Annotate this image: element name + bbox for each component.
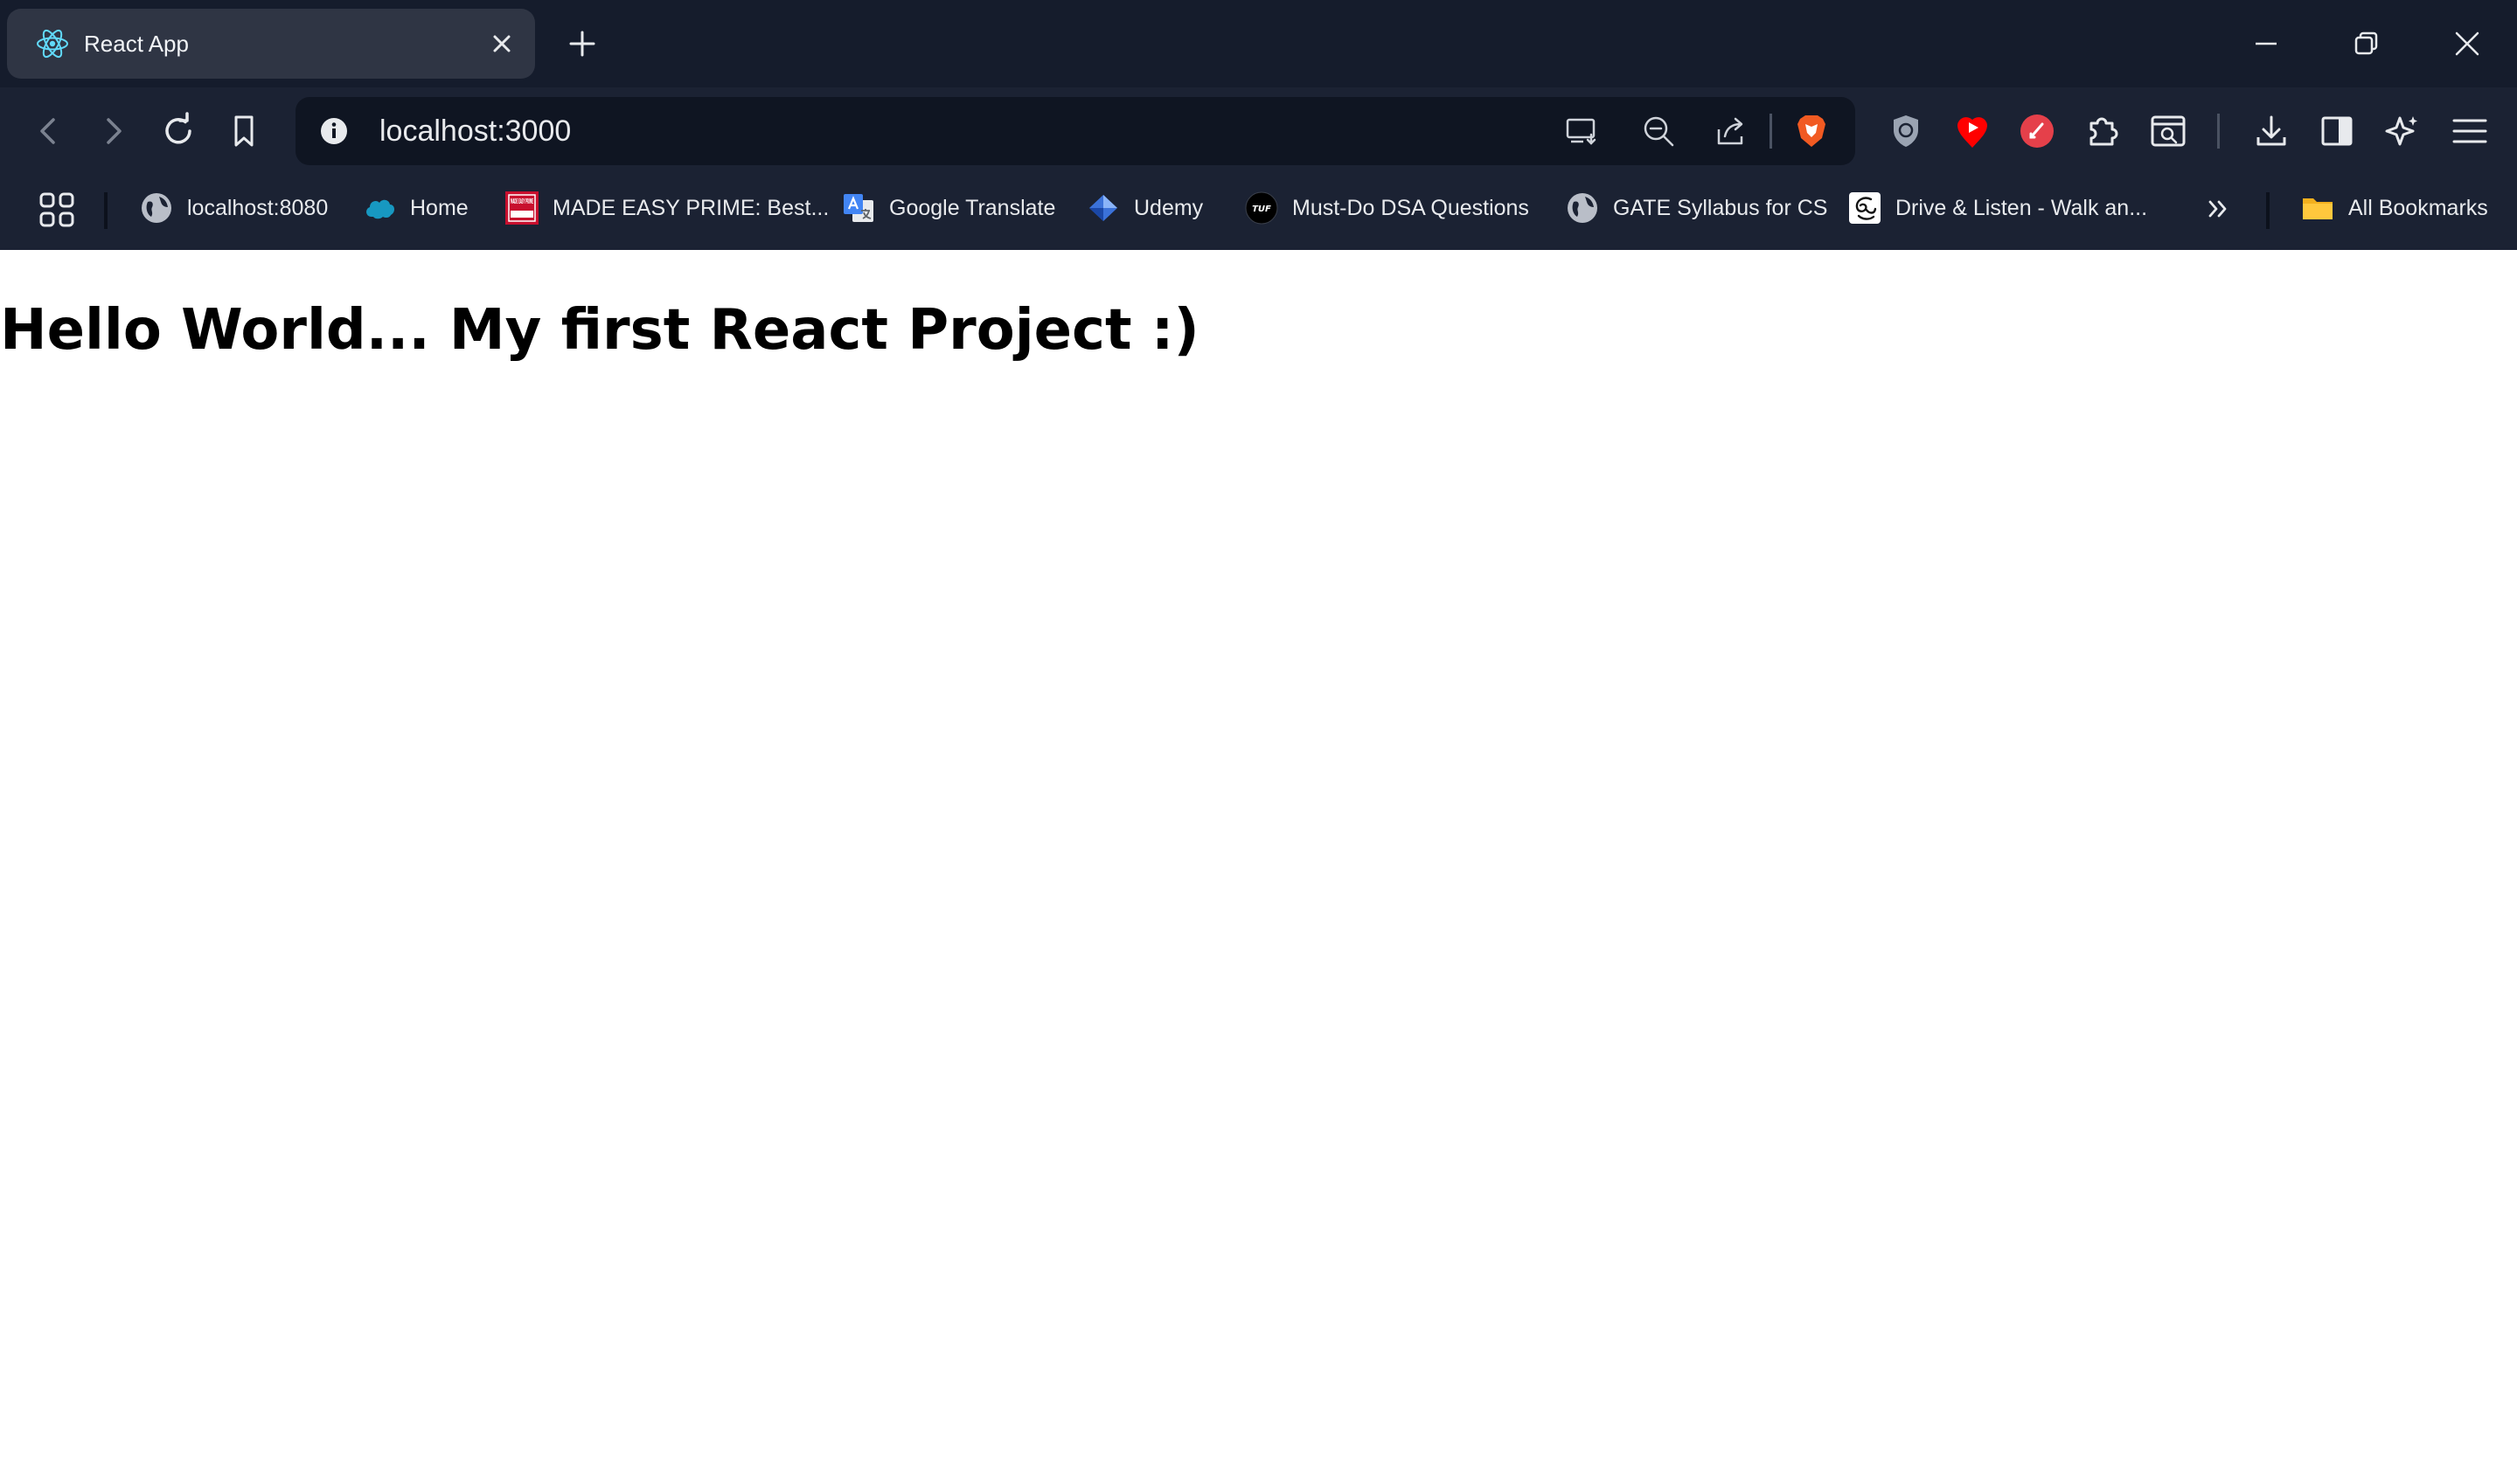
toolbar-divider (2217, 114, 2220, 149)
tuf-icon-text: TUF (1252, 205, 1271, 214)
bookmarks-bar: localhost:8080 Home MADE EASY PRIME MADE… (0, 175, 2517, 250)
tab-react-app[interactable]: React App (7, 9, 535, 79)
menu-icon[interactable] (2448, 109, 2492, 153)
tab-strip: React App (0, 0, 2517, 87)
salesforce-cloud-icon (366, 199, 395, 219)
page-content: Hello World... My first React Project :) (0, 250, 2517, 1484)
page-heading: Hello World... My first React Project :) (0, 298, 1199, 363)
bookmark-label: Google Translate (889, 195, 1056, 220)
back-icon[interactable] (27, 109, 71, 153)
bookmark-localhost-8080[interactable]: localhost:8080 (140, 191, 328, 225)
all-bookmarks-label: All Bookmarks (2348, 195, 2488, 220)
bookmarks-divider (104, 192, 108, 229)
bookmark-label: Home (410, 195, 469, 220)
minimize-icon[interactable] (2247, 24, 2285, 63)
share-icon[interactable] (1712, 112, 1750, 150)
bookmark-must-do-dsa[interactable]: TUF Must-Do DSA Questions (1245, 191, 1529, 225)
url-text[interactable]: localhost:3000 (379, 114, 571, 149)
udemy-icon (1089, 195, 1117, 221)
leo-ai-icon[interactable] (2381, 109, 2424, 153)
chevron-double-right-icon[interactable] (2203, 194, 2233, 224)
bookmark-label: Udemy (1134, 195, 1204, 220)
zoom-out-icon[interactable] (1639, 112, 1678, 150)
address-bar[interactable]: localhost:3000 (296, 97, 1855, 165)
all-bookmarks-folder[interactable]: All Bookmarks (2301, 191, 2488, 225)
bookmark-google-translate[interactable]: Google Translate (842, 191, 1055, 225)
made-easy-icon: MADE EASY PRIME (505, 191, 539, 225)
globe-icon (1568, 193, 1597, 223)
vpn-shield-icon[interactable] (1884, 109, 1928, 153)
bookmark-home[interactable]: Home (363, 191, 469, 225)
youtube-extension-icon[interactable] (1950, 109, 1994, 153)
tab-title: React App (84, 31, 189, 57)
toolbar: localhost:3000 (0, 87, 2517, 175)
globe-icon (142, 193, 171, 223)
pdf-extension-icon[interactable] (2015, 109, 2059, 153)
brave-shields-icon[interactable] (1792, 112, 1831, 150)
bookmark-label: Must-Do DSA Questions (1292, 195, 1529, 220)
bookmark-udemy[interactable]: Udemy (1087, 191, 1203, 225)
restore-icon[interactable] (2347, 24, 2385, 63)
reload-icon[interactable] (156, 109, 200, 153)
browser-chrome: React App localhost:3000 localhost:8080 … (0, 0, 2517, 250)
bookmarks-divider (2266, 192, 2270, 229)
bookmark-label: MADE EASY PRIME: Best... (553, 195, 830, 220)
apps-grid-icon[interactable] (38, 191, 76, 229)
folder-icon (2303, 198, 2333, 219)
made-easy-icon-text: MADE EASY PRIME (511, 198, 533, 205)
sidebar-icon[interactable] (2315, 109, 2359, 153)
address-bar-divider (1770, 114, 1772, 149)
bookmark-label: Drive & Listen - Walk an... (1895, 195, 2148, 220)
cast-icon[interactable] (1563, 112, 1602, 150)
bookmark-label: localhost:8080 (187, 195, 329, 220)
downloads-icon[interactable] (2249, 109, 2293, 153)
bookmark-made-easy-prime[interactable]: MADE EASY PRIME MADE EASY PRIME: Best... (505, 191, 829, 225)
tuf-icon: TUF (1245, 191, 1278, 225)
google-translate-icon (844, 194, 873, 222)
bookmark-gate-syllabus[interactable]: GATE Syllabus for CS (1566, 191, 1827, 225)
site-info-icon[interactable] (315, 112, 353, 150)
bookmark-drive-and-listen[interactable]: Drive & Listen - Walk an... (1848, 191, 2147, 225)
screenshot-icon[interactable] (2146, 109, 2190, 153)
bookmark-label: GATE Syllabus for CS (1613, 195, 1828, 220)
extensions-icon[interactable] (2081, 109, 2124, 153)
new-tab-icon[interactable] (565, 26, 600, 61)
react-logo-icon (37, 29, 68, 59)
tab-close-icon[interactable] (488, 30, 516, 58)
forward-icon[interactable] (91, 109, 135, 153)
drive-listen-icon (1849, 192, 1881, 224)
window-close-icon[interactable] (2448, 24, 2486, 63)
bookmark-page-icon[interactable] (222, 109, 266, 153)
